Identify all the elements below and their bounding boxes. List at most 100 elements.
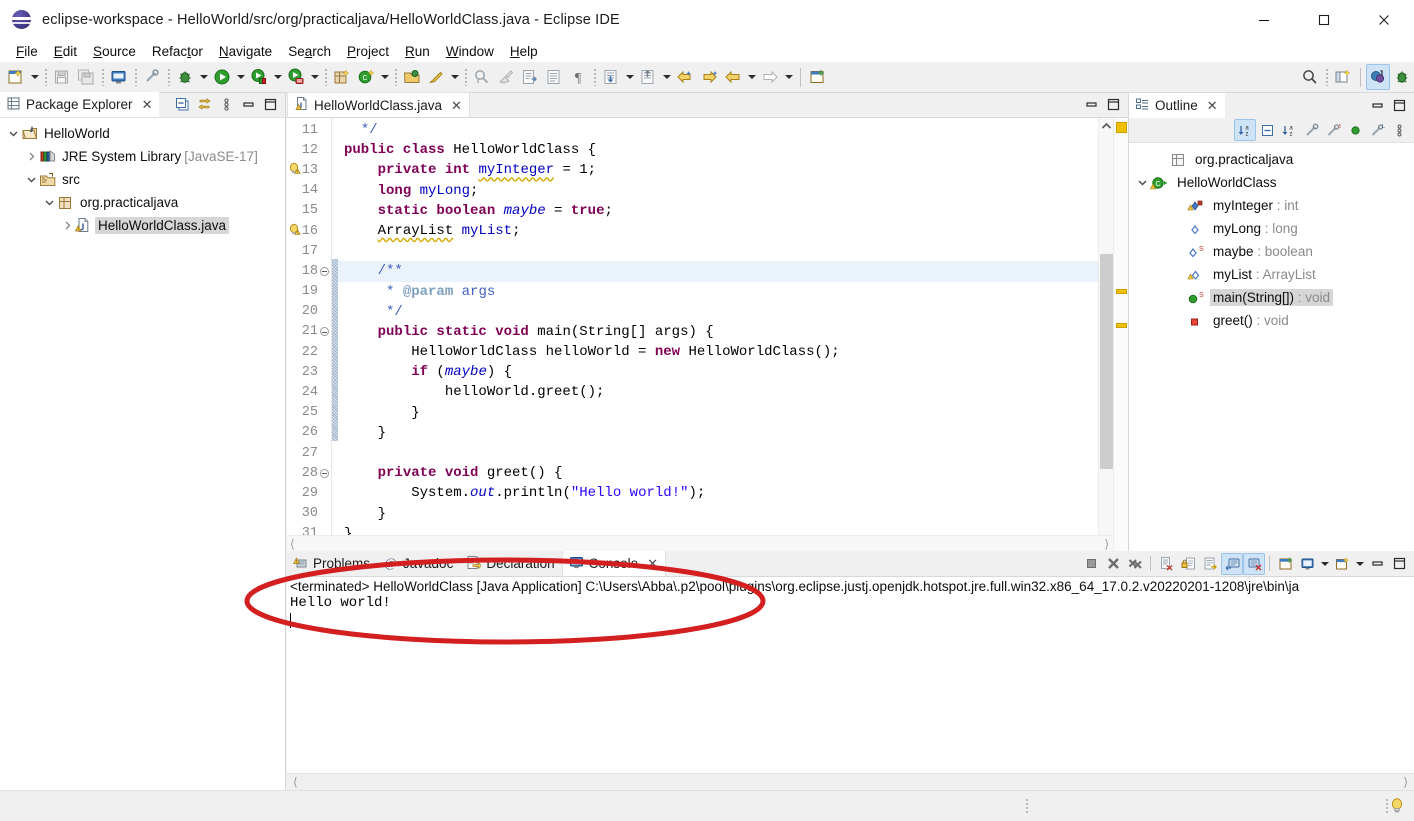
outline-item-greet[interactable]: greet() : void: [1129, 309, 1414, 332]
code-line[interactable]: }: [338, 423, 1098, 443]
hide-nonpublic-icon[interactable]: S: [1322, 119, 1344, 141]
line-number[interactable]: 22: [287, 342, 331, 362]
scroll-left-arrow[interactable]: ⟨: [290, 537, 295, 551]
tree-item-src[interactable]: src: [0, 168, 285, 191]
fold-collapse-icon[interactable]: [318, 468, 330, 478]
warning-marker-icon[interactable]: !: [288, 223, 302, 243]
chevron-right-icon[interactable]: [60, 214, 74, 237]
next-annotation-icon[interactable]: [518, 64, 542, 90]
new-java-package-icon[interactable]: [330, 64, 354, 90]
minimize-button[interactable]: [1234, 0, 1294, 40]
scroll-left-arrow[interactable]: ⟨: [293, 775, 298, 789]
line-number[interactable]: 26: [287, 423, 331, 443]
line-number[interactable]: 23: [287, 362, 331, 382]
pilcrow-icon[interactable]: ¶: [566, 64, 590, 90]
code-text-area[interactable]: */ public class HelloWorldClass { private…: [338, 118, 1098, 551]
quick-fix-bulb-icon[interactable]: [1388, 797, 1406, 821]
line-number[interactable]: 12: [287, 140, 331, 160]
display-selected-console-icon[interactable]: [1296, 553, 1318, 575]
menu-item-file[interactable]: File: [8, 43, 46, 60]
line-number[interactable]: 29: [287, 483, 331, 503]
tab-helloworldclass-java[interactable]: HelloWorldClass.java ✕: [287, 92, 470, 117]
scroll-thumb[interactable]: [1100, 254, 1113, 469]
warning-marker-icon[interactable]: !: [288, 162, 302, 182]
menu-item-refactor[interactable]: Refactor: [144, 43, 211, 60]
tab-problems[interactable]: ! Problems: [287, 551, 378, 576]
view-menu-icon[interactable]: [215, 94, 237, 116]
code-line[interactable]: /**: [338, 261, 1098, 282]
collapse-all-icon[interactable]: [1256, 119, 1278, 141]
close-icon[interactable]: ✕: [451, 99, 462, 112]
tree-item-helloworld[interactable]: HelloWorld: [0, 122, 285, 145]
maximize-view-icon[interactable]: [259, 94, 281, 116]
sort-icon[interactable]: az: [1234, 119, 1256, 141]
editor-horizontal-scrollbar[interactable]: ⟨ ⟩: [287, 535, 1112, 551]
close-icon[interactable]: ✕: [142, 98, 153, 111]
scroll-right-arrow[interactable]: ⟩: [1104, 537, 1109, 551]
debug-icon[interactable]: [173, 64, 197, 90]
outline-item-mylist[interactable]: myList : ArrayList: [1129, 263, 1414, 286]
search-declarations-icon[interactable]: [470, 64, 494, 90]
show-console-on-output-icon[interactable]: [1221, 552, 1243, 575]
new-window-icon[interactable]: [806, 64, 830, 90]
toggle-mark-occurrences-icon[interactable]: [140, 64, 164, 90]
previous-annotation-icon[interactable]: [542, 64, 566, 90]
debug-dropdown-arrow[interactable]: [197, 64, 210, 90]
new-class-dropdown-arrow[interactable]: [378, 64, 391, 90]
external-tools-arrow[interactable]: [308, 64, 321, 90]
maximize-icon[interactable]: [1102, 94, 1124, 116]
run-icon[interactable]: [210, 64, 234, 90]
scroll-lock-icon[interactable]: [1177, 553, 1199, 575]
warning-marker[interactable]: [1116, 323, 1127, 328]
outline-item-helloworldclass[interactable]: C HelloWorldClass: [1129, 171, 1414, 194]
previous-edit-arrow[interactable]: [660, 64, 673, 90]
code-line[interactable]: ArrayList myList;: [338, 221, 1098, 241]
tab-declaration[interactable]: Declaration: [460, 551, 562, 576]
hide-fields-icon[interactable]: az: [1278, 119, 1300, 141]
fold-collapse-icon[interactable]: [318, 266, 330, 276]
menu-item-search[interactable]: Search: [280, 43, 339, 60]
tab-console[interactable]: Console ✕: [561, 551, 667, 576]
line-number[interactable]: 20: [287, 302, 331, 322]
open-task-arrow[interactable]: [448, 64, 461, 90]
line-number[interactable]: 28: [287, 463, 331, 483]
maximize-button[interactable]: [1294, 0, 1354, 40]
menu-item-run[interactable]: Run: [397, 43, 438, 60]
hide-static-icon[interactable]: [1300, 119, 1322, 141]
tab-javadoc[interactable]: @ Javadoc: [377, 551, 461, 576]
code-line[interactable]: * @param args: [338, 282, 1098, 302]
line-number[interactable]: ! 13: [287, 160, 331, 180]
code-line[interactable]: static boolean maybe = true;: [338, 201, 1098, 221]
line-number[interactable]: 14: [287, 181, 331, 201]
clear-console-icon[interactable]: [1155, 553, 1177, 575]
chevron-down-icon[interactable]: [24, 168, 38, 191]
hide-local-icon[interactable]: L: [1366, 119, 1388, 141]
line-number[interactable]: 19: [287, 282, 331, 302]
chevron-down-icon[interactable]: [42, 191, 56, 214]
outline-item-mylong[interactable]: myLong : long: [1129, 217, 1414, 240]
coverage-dropdown-arrow[interactable]: [271, 64, 284, 90]
outline-item-org-practicaljava[interactable]: org.practicaljava: [1129, 148, 1414, 171]
scroll-right-arrow[interactable]: ⟩: [1403, 775, 1408, 789]
tab-package-explorer[interactable]: Package Explorer ✕: [0, 92, 160, 117]
console-horizontal-scrollbar[interactable]: ⟨ ⟩: [287, 773, 1414, 790]
line-number[interactable]: ! 16: [287, 221, 331, 241]
open-type-icon[interactable]: [400, 64, 424, 90]
fold-collapse-icon[interactable]: [318, 327, 330, 337]
code-line[interactable]: private int myInteger = 1;: [338, 160, 1098, 180]
line-number[interactable]: 11: [287, 120, 331, 140]
code-line[interactable]: }: [338, 504, 1098, 524]
chevron-down-icon[interactable]: [1135, 171, 1149, 194]
maximize-icon[interactable]: [1388, 95, 1410, 117]
code-line[interactable]: helloWorld.greet();: [338, 382, 1098, 402]
previous-edit-icon[interactable]: [636, 64, 660, 90]
warning-marker[interactable]: [1116, 122, 1127, 133]
open-console-arrow[interactable]: [1353, 553, 1366, 575]
java-perspective-icon[interactable]: [1366, 64, 1390, 90]
save-all-icon[interactable]: [74, 64, 98, 90]
forward-history-icon[interactable]: [697, 64, 721, 90]
clean-icon[interactable]: [494, 64, 518, 90]
line-number[interactable]: 24: [287, 382, 331, 402]
close-button[interactable]: [1354, 0, 1414, 40]
code-line[interactable]: */: [338, 120, 1098, 140]
